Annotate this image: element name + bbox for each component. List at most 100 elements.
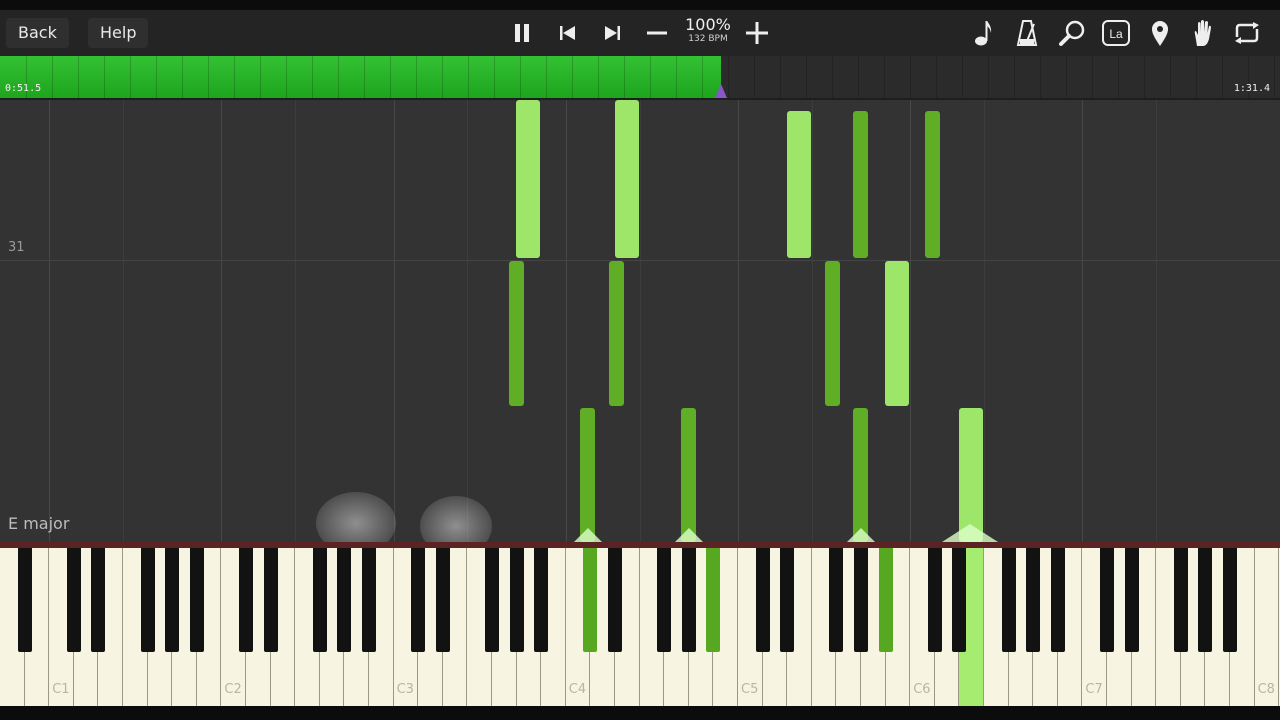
progress-tick	[962, 56, 963, 98]
progress-tick	[650, 56, 651, 98]
speed-increase-button[interactable]	[740, 18, 774, 48]
next-button[interactable]	[595, 18, 629, 48]
falling-note	[516, 100, 540, 258]
progress-tick	[312, 56, 313, 98]
black-key[interactable]	[657, 548, 672, 652]
playhead-marker[interactable]	[715, 84, 727, 98]
black-key[interactable]	[829, 548, 844, 652]
black-key[interactable]	[1198, 548, 1213, 652]
plus-icon	[746, 22, 768, 44]
black-key[interactable]	[534, 548, 549, 652]
black-key[interactable]	[17, 548, 32, 652]
metronome-icon	[1016, 20, 1038, 46]
progress-tick	[884, 56, 885, 98]
loop-button[interactable]	[1230, 18, 1264, 48]
note-icon	[975, 21, 992, 46]
zoom-button[interactable]	[1055, 18, 1089, 48]
black-key[interactable]	[608, 548, 622, 652]
black-key[interactable]	[337, 548, 352, 652]
black-key[interactable]	[140, 548, 155, 652]
black-key[interactable]	[755, 548, 770, 652]
black-key[interactable]	[854, 548, 868, 652]
grid-line	[49, 100, 50, 542]
progress-tick	[780, 56, 781, 98]
note-labels-button[interactable]: La	[1099, 18, 1133, 48]
black-key[interactable]	[952, 548, 967, 652]
note-spark	[847, 528, 875, 542]
black-key[interactable]	[583, 548, 598, 652]
black-key[interactable]	[263, 548, 278, 652]
magnifier-icon	[1059, 20, 1085, 46]
progress-tick	[676, 56, 677, 98]
black-key[interactable]	[1001, 548, 1016, 652]
black-key[interactable]	[927, 548, 942, 652]
minus-icon	[647, 31, 667, 35]
grid-line	[1082, 100, 1083, 542]
black-key[interactable]	[239, 548, 253, 652]
note-display-button[interactable]	[967, 18, 1001, 48]
progress-tick	[806, 56, 807, 98]
black-key[interactable]	[189, 548, 204, 652]
speed-decrease-button[interactable]	[640, 18, 674, 48]
note-spark	[675, 528, 703, 542]
markers-button[interactable]	[1143, 18, 1177, 48]
black-key[interactable]	[1100, 548, 1114, 652]
falling-note	[853, 408, 868, 542]
progress-bar[interactable]: 0:51.5 1:31.4	[0, 56, 1280, 98]
progress-tick	[442, 56, 443, 98]
black-key[interactable]	[706, 548, 721, 652]
grid-line	[738, 100, 739, 542]
grid-line	[394, 100, 395, 542]
progress-tick	[754, 56, 755, 98]
black-key[interactable]	[1124, 548, 1139, 652]
back-button[interactable]: Back	[6, 18, 69, 48]
black-key[interactable]	[1050, 548, 1065, 652]
progress-tick	[416, 56, 417, 98]
black-key[interactable]	[312, 548, 327, 652]
measure-number: 31	[8, 240, 25, 255]
black-key[interactable]	[878, 548, 893, 652]
octave-label: C2	[224, 682, 242, 697]
grid-line	[640, 100, 641, 542]
black-key[interactable]	[1173, 548, 1188, 652]
falling-note	[825, 261, 840, 406]
progress-tick	[598, 56, 599, 98]
progress-tick	[1144, 56, 1145, 98]
previous-button[interactable]	[551, 18, 585, 48]
progress-tick	[1222, 56, 1223, 98]
black-key[interactable]	[165, 548, 180, 652]
help-button[interactable]: Help	[88, 18, 149, 48]
progress-tick	[286, 56, 287, 98]
grid-line	[812, 100, 813, 542]
hands-button[interactable]	[1186, 18, 1220, 48]
black-key[interactable]	[66, 548, 81, 652]
progress-tick	[936, 56, 937, 98]
grid-line	[467, 100, 468, 542]
progress-fill	[0, 56, 721, 98]
black-key[interactable]	[509, 548, 524, 652]
progress-tick	[52, 56, 53, 98]
progress-tick	[910, 56, 911, 98]
black-key[interactable]	[681, 548, 696, 652]
grid-line	[566, 100, 567, 542]
black-key[interactable]	[1026, 548, 1041, 652]
black-key[interactable]	[411, 548, 426, 652]
progress-tick	[1040, 56, 1041, 98]
pause-button[interactable]	[505, 18, 539, 48]
grid-line	[910, 100, 911, 542]
black-key[interactable]	[1223, 548, 1237, 652]
metronome-button[interactable]	[1010, 18, 1044, 48]
black-key[interactable]	[780, 548, 795, 652]
black-key[interactable]	[485, 548, 499, 652]
octave-label: C8	[1257, 682, 1275, 697]
piano-keyboard[interactable]: C1 C2 C3 C4 C5 C6 C7 C8	[0, 542, 1280, 720]
falling-note	[509, 261, 524, 406]
black-key[interactable]	[362, 548, 376, 652]
black-key[interactable]	[435, 548, 450, 652]
la-text: La	[1109, 27, 1123, 41]
previous-icon	[560, 26, 575, 40]
speed-display: 100% 132 BPM	[680, 16, 736, 45]
total-time: 1:31.4	[1233, 83, 1270, 94]
progress-tick	[234, 56, 235, 98]
black-key[interactable]	[91, 548, 106, 652]
